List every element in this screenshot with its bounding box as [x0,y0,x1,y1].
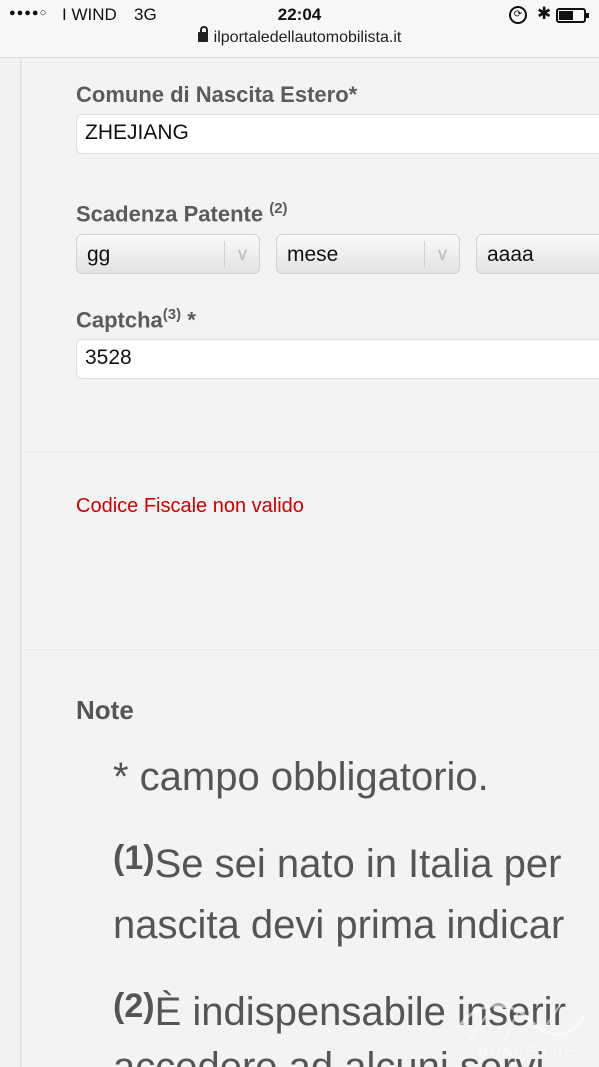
month-select[interactable]: mese ∨ [276,234,460,274]
note-1-text: Se sei nato in Italia per [154,842,562,886]
battery-icon [556,8,589,23]
section-divider [22,450,599,452]
captcha-required: * [187,307,196,333]
license-expiry-note: (2) [269,200,288,217]
note-required: * campo obbligatorio. [113,755,489,799]
watermark-logo: HUARENJIE [450,995,590,1065]
note-1-line-1: (1)Se sei nato in Italia per [113,839,562,887]
error-message: Codice Fiscale non valido [76,495,304,517]
rotation-lock-icon: ⟳ [509,6,527,24]
bluetooth-icon: ✱ [537,4,552,23]
year-select-value: aaaa [487,243,534,266]
notes-title: Note [76,695,134,725]
section-divider [22,648,599,650]
captcha-label: Captcha(3) * [76,306,196,333]
year-select[interactable]: aaaa [476,234,599,274]
note-1-number: (1) [113,839,155,877]
status-bar: ●●●●○ I WIND 3G 22:04 ⟳ ✱ ilportaledella… [0,0,599,58]
note-2-number: (2) [113,987,155,1025]
captcha-text: Captcha [76,307,163,333]
captcha-note: (3) [162,306,182,323]
license-expiry-label: Scadenza Patente (2) [76,200,288,227]
birth-abroad-label: Comune di Nascita Estero* [76,82,358,107]
watermark-text: HUARENJIE [478,1043,576,1059]
chevron-down-icon: ∨ [435,244,449,264]
chevron-down-icon: ∨ [235,244,249,264]
license-expiry-text: Scadenza Patente [76,201,264,227]
address-bar[interactable]: ilportaledellautomobilista.it [0,26,599,47]
note-1-line-2: nascita devi prima indicar [113,903,565,947]
padlock-icon [197,26,208,42]
day-select-value: gg [87,243,111,266]
birth-abroad-input[interactable]: ZHEJIANG [76,114,599,154]
captcha-input[interactable]: 3528 [76,339,599,379]
url-text: ilportaledellautomobilista.it [213,29,402,46]
month-select-value: mese [287,243,339,266]
day-select[interactable]: gg ∨ [76,234,260,274]
